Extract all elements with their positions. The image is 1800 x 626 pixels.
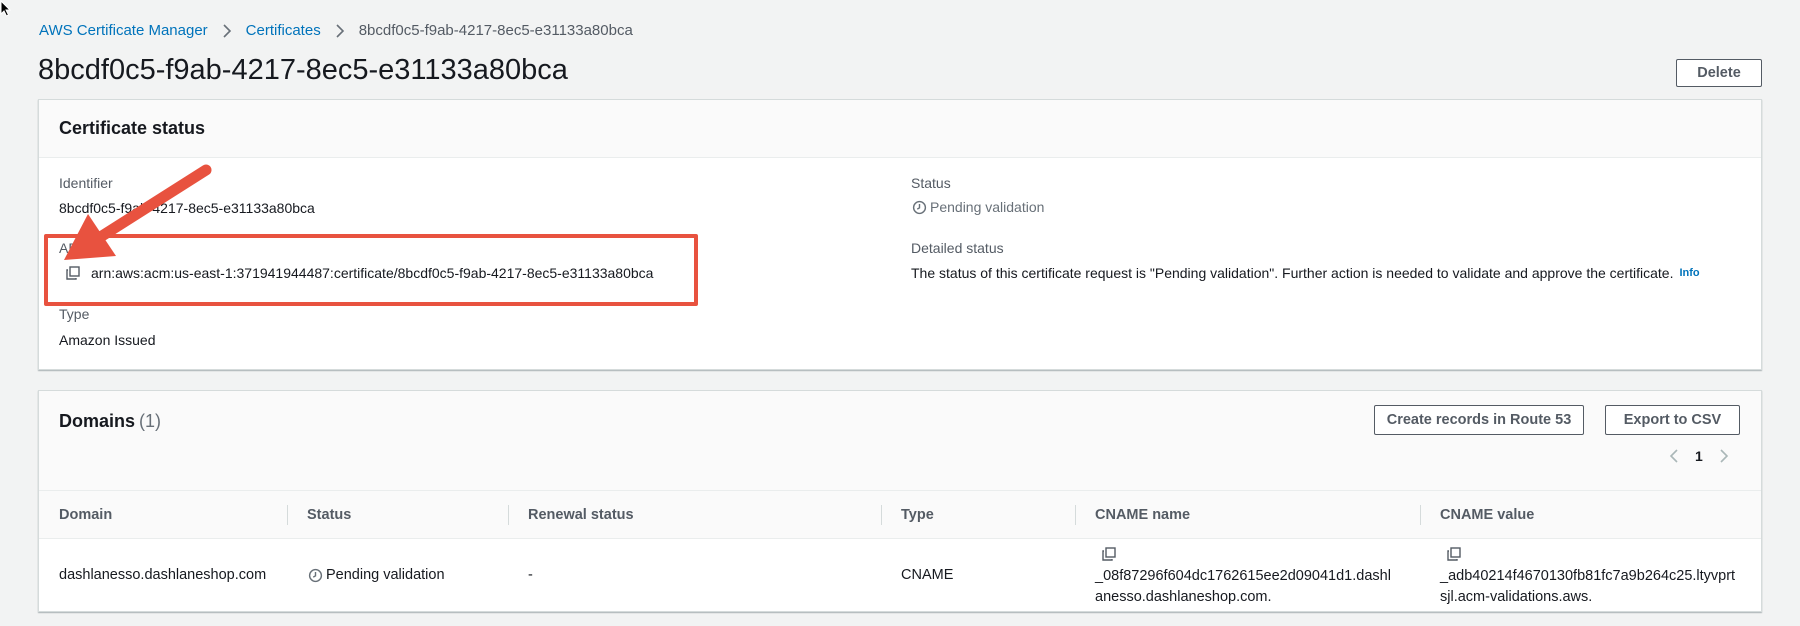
mouse-cursor-icon — [0, 0, 12, 17]
column-header-status[interactable]: Status — [307, 491, 351, 539]
column-header-cname-value[interactable]: CNAME value — [1440, 491, 1534, 539]
identifier-label: Identifier — [59, 175, 113, 191]
type-label: Type — [59, 306, 90, 322]
type-value: Amazon Issued — [59, 332, 156, 348]
column-header-type[interactable]: Type — [901, 491, 934, 539]
cname-value-text: _adb40214f4670130fb81fc7a9b264c25.ltyvpr… — [1440, 568, 1736, 605]
breadcrumb-link-acm[interactable]: AWS Certificate Manager — [39, 22, 208, 39]
clock-icon — [911, 199, 927, 215]
column-header-cname-name[interactable]: CNAME name — [1095, 491, 1190, 539]
domains-table-header: Domain Status Renewal status Type CNAME … — [39, 491, 1761, 539]
domain-cell: dashlanesso.dashlaneshop.com — [59, 567, 267, 583]
identifier-value: 8bcdf0c5-f9ab-4217-8ec5-e31133a80bca — [59, 200, 315, 216]
info-link[interactable]: Info — [1679, 267, 1699, 279]
delete-button[interactable]: Delete — [1676, 59, 1762, 87]
domains-heading: Domains (1) — [59, 411, 161, 432]
column-header-renewal-status[interactable]: Renewal status — [528, 491, 634, 539]
row-status-text: Pending validation — [326, 567, 445, 583]
page-number[interactable]: 1 — [1695, 448, 1703, 464]
column-divider — [508, 505, 509, 525]
arn-value: arn:aws:acm:us-east-1:371941944487:certi… — [91, 265, 654, 281]
arn-value-row: arn:aws:acm:us-east-1:371941944487:certi… — [65, 265, 653, 281]
certificate-status-header: Certificate status — [39, 100, 1761, 158]
table-row: dashlanesso.dashlaneshop.com Pending val… — [39, 540, 1761, 612]
chevron-right-icon[interactable] — [1719, 448, 1729, 464]
copy-icon[interactable] — [65, 265, 81, 281]
arn-label: ARN — [59, 240, 89, 256]
detailed-status-value: The status of this certificate request i… — [911, 265, 1674, 281]
breadcrumb: AWS Certificate Manager Certificates 8bc… — [39, 22, 633, 39]
domains-panel: Domains (1) Create records in Route 53 Ex… — [38, 390, 1762, 612]
copy-icon[interactable] — [1446, 546, 1462, 562]
status-value: Pending validation — [911, 199, 1044, 215]
row-status-cell: Pending validation — [307, 567, 445, 583]
column-divider — [1420, 505, 1421, 525]
domains-count: (1) — [139, 411, 162, 431]
detailed-status-label: Detailed status — [911, 240, 1004, 256]
create-records-route53-button[interactable]: Create records in Route 53 — [1374, 405, 1584, 435]
chevron-right-icon — [222, 23, 232, 38]
export-csv-button[interactable]: Export to CSV — [1605, 405, 1740, 435]
breadcrumb-link-certificates[interactable]: Certificates — [246, 22, 321, 39]
certificate-status-panel: Certificate status Identifier 8bcdf0c5-f… — [38, 99, 1762, 370]
domains-title: Domains — [59, 411, 136, 431]
cname-name-text: _08f87296f604dc1762615ee2d09041d1.dashla… — [1095, 568, 1391, 605]
pagination: 1 — [1669, 448, 1729, 464]
detailed-status-row: The status of this certificate request i… — [911, 265, 1700, 281]
chevron-left-icon[interactable] — [1669, 448, 1679, 464]
column-divider — [1075, 505, 1076, 525]
cname-name-cell: _08f87296f604dc1762615ee2d09041d1.dashla… — [1095, 546, 1395, 608]
cname-value-cell: _adb40214f4670130fb81fc7a9b264c25.ltyvpr… — [1440, 546, 1740, 608]
column-divider — [287, 505, 288, 525]
column-divider — [881, 505, 882, 525]
column-header-domain[interactable]: Domain — [59, 491, 112, 539]
type-cell: CNAME — [901, 567, 954, 583]
clock-icon — [307, 567, 323, 583]
copy-icon[interactable] — [1101, 546, 1117, 562]
renewal-status-cell: - — [528, 567, 533, 583]
domains-header: Domains (1) Create records in Route 53 Ex… — [39, 391, 1761, 491]
breadcrumb-current: 8bcdf0c5-f9ab-4217-8ec5-e31133a80bca — [358, 22, 633, 39]
certificate-status-heading: Certificate status — [59, 118, 206, 138]
page-title: 8bcdf0c5-f9ab-4217-8ec5-e31133a80bca — [38, 54, 568, 86]
status-label: Status — [911, 175, 951, 191]
status-text: Pending validation — [930, 199, 1045, 215]
chevron-right-icon — [335, 23, 345, 38]
